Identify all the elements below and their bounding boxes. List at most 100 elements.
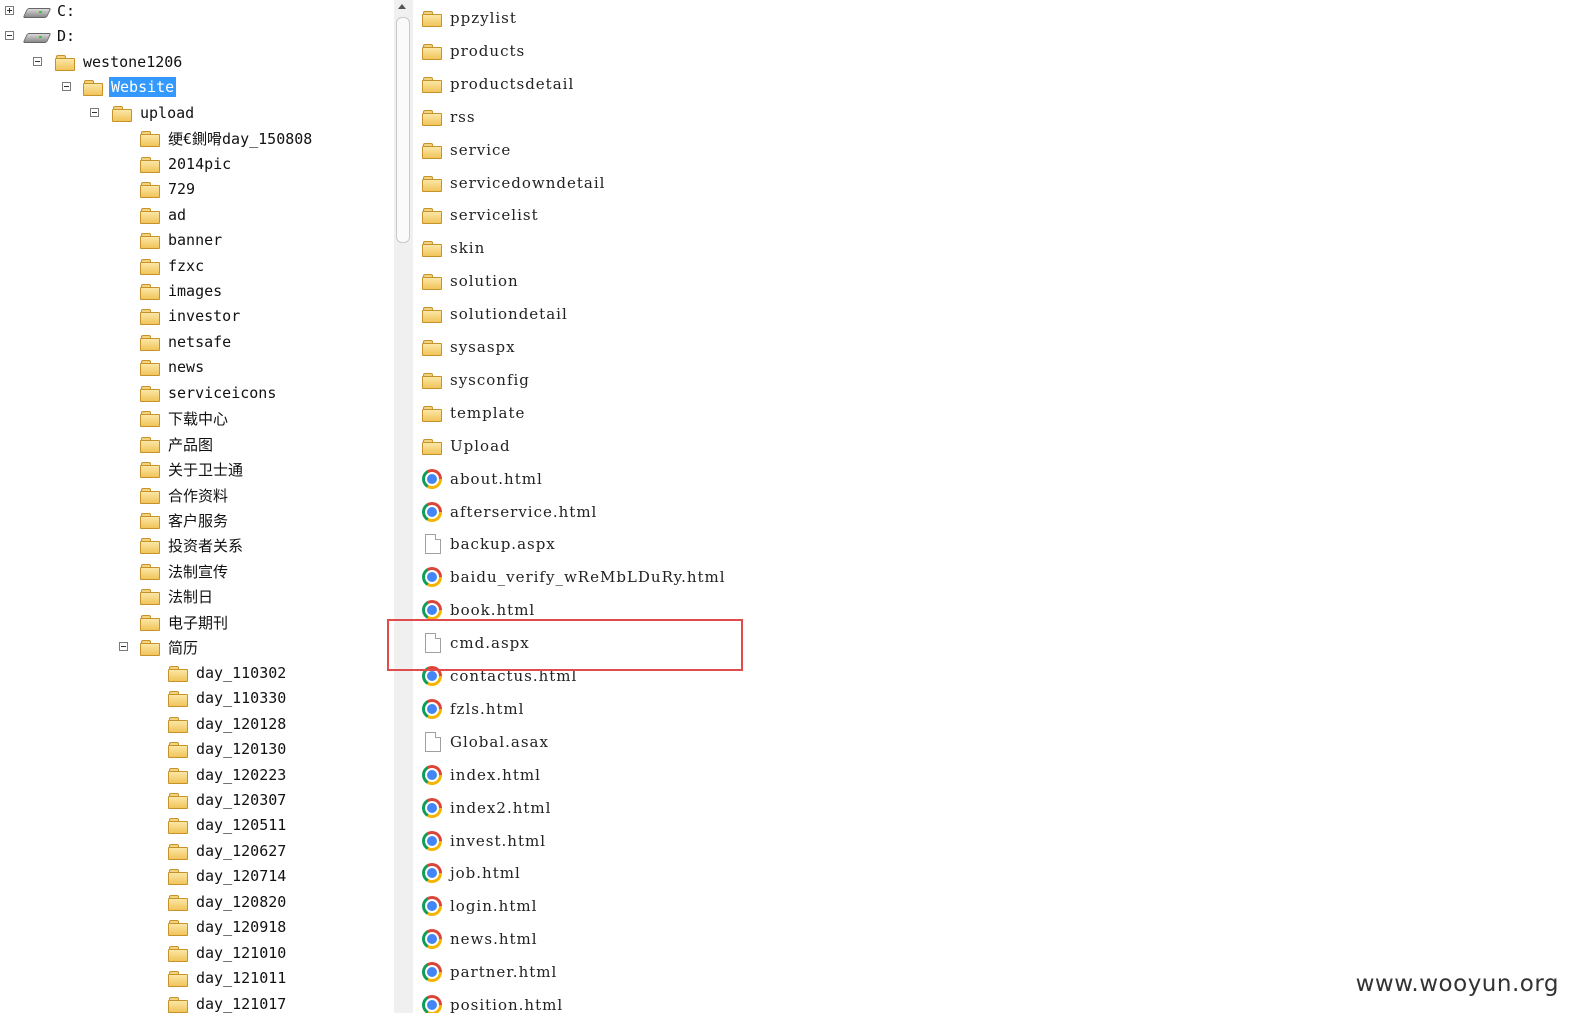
file-list-item[interactable]: servicelist (422, 202, 539, 228)
folder-icon (140, 130, 160, 147)
file-name: template (450, 404, 526, 422)
tree-folder-item[interactable]: 关于卫士通 (0, 458, 243, 480)
tree-folder-item[interactable]: 2014pic (0, 153, 231, 175)
file-name: contactus.html (450, 667, 578, 685)
tree-item-label: day_121011 (196, 969, 287, 987)
chrome-icon (422, 502, 442, 522)
collapse-minus-icon[interactable] (119, 642, 128, 651)
file-name: products (450, 42, 526, 60)
file-list-item[interactable]: partner.html (422, 959, 557, 985)
tree-folder-item[interactable]: day_121011 (0, 967, 286, 989)
tree-folder-item[interactable]: serviceicons (0, 382, 276, 404)
file-list-item[interactable]: about.html (422, 466, 543, 492)
tree-item-label: 下载中心 (168, 409, 229, 428)
tree-folder-item[interactable]: netsafe (0, 331, 231, 353)
file-list-item[interactable]: skin (422, 235, 485, 261)
tree-folder-item[interactable]: 客户服务 (0, 509, 228, 531)
file-list-item[interactable]: baidu_verify_wReMbLDuRy.html (422, 564, 726, 590)
tree-folder-upload[interactable]: upload (0, 102, 194, 124)
file-name: book.html (450, 601, 536, 619)
tree-folder-item[interactable]: 电子期刊 (0, 611, 228, 633)
file-list-item[interactable]: afterservice.html (422, 499, 597, 525)
file-list-item[interactable]: news.html (422, 926, 538, 952)
file-name: skin (450, 239, 486, 257)
folder-icon (140, 334, 160, 351)
file-list-item[interactable]: contactus.html (422, 663, 577, 689)
file-list-item[interactable]: index2.html (422, 795, 551, 821)
tree-folder-item[interactable]: fzxc (0, 255, 204, 277)
tree-folder-item[interactable]: day_110330 (0, 687, 286, 709)
tree-folder-item[interactable]: day_120714 (0, 865, 286, 887)
tree-folder-root[interactable]: westone1206 (0, 51, 182, 73)
file-name: solutiondetail (450, 305, 568, 323)
file-name: about.html (450, 470, 543, 488)
folder-icon (140, 258, 160, 275)
file-list-item[interactable]: sysconfig (422, 367, 530, 393)
file-list-item[interactable]: job.html (422, 860, 521, 886)
tree-folder-item[interactable]: 729 (0, 178, 195, 200)
file-list-item[interactable]: cmd.aspx (422, 630, 530, 656)
file-list-item[interactable]: sysaspx (422, 334, 516, 360)
file-list-item[interactable]: fzls.html (422, 696, 524, 722)
file-list-item[interactable]: login.html (422, 893, 537, 919)
file-list-item[interactable]: book.html (422, 597, 535, 623)
tree-folder-item[interactable]: news (0, 356, 204, 378)
tree-folder-item[interactable]: day_120223 (0, 764, 286, 786)
tree-folder-item[interactable]: investor (0, 305, 240, 327)
collapse-minus-icon[interactable] (5, 31, 14, 40)
file-list-item[interactable]: Upload (422, 433, 511, 459)
tree-folder-item[interactable]: 绠€鍘嗗day_150808 (0, 127, 312, 149)
tree-folder-resume[interactable]: 简历 (0, 636, 198, 658)
chrome-icon (422, 666, 442, 686)
folder-icon (168, 919, 188, 936)
tree-folder-item[interactable]: day_120130 (0, 738, 286, 760)
tree-folder-item[interactable]: banner (0, 229, 222, 251)
file-list-item[interactable]: backup.aspx (422, 531, 556, 557)
tree-folder-item[interactable]: day_120307 (0, 789, 286, 811)
file-list-item[interactable]: invest.html (422, 828, 546, 854)
tree-folder-item[interactable]: ad (0, 204, 186, 226)
tree-scrollbar[interactable] (394, 0, 413, 1013)
tree-folder-item[interactable]: 下载中心 (0, 407, 228, 429)
folder-icon (168, 894, 188, 911)
tree-folder-website[interactable]: Website (0, 76, 177, 98)
collapse-minus-icon[interactable] (62, 82, 71, 91)
folder-icon (112, 105, 132, 122)
file-list-item[interactable]: service (422, 137, 511, 163)
file-list-item[interactable]: products (422, 38, 525, 64)
file-list-item[interactable]: Global.asax (422, 729, 549, 755)
tree-folder-item[interactable]: images (0, 280, 222, 302)
tree-folder-item[interactable]: day_121010 (0, 942, 286, 964)
collapse-minus-icon[interactable] (33, 57, 42, 66)
tree-folder-item[interactable]: day_120918 (0, 916, 286, 938)
file-list-item[interactable]: ppzylist (422, 5, 517, 31)
scrollbar-thumb[interactable] (396, 17, 410, 243)
tree-folder-item[interactable]: day_120627 (0, 840, 286, 862)
tree-folder-item[interactable]: 投资者关系 (0, 534, 243, 556)
tree-folder-item[interactable]: 合作资料 (0, 484, 228, 506)
chrome-icon (422, 600, 442, 620)
file-list-item[interactable]: productsdetail (422, 71, 574, 97)
tree-folder-item[interactable]: day_120128 (0, 713, 286, 735)
tree-folder-item[interactable]: day_110302 (0, 662, 286, 684)
scroll-up-arrow-icon[interactable] (398, 4, 406, 9)
tree-folder-item[interactable]: 法制日 (0, 585, 213, 607)
file-list-item[interactable]: template (422, 400, 525, 426)
tree-folder-item[interactable]: 产品图 (0, 433, 213, 455)
file-list-item[interactable]: servicedowndetail (422, 170, 605, 196)
file-list-item[interactable]: index.html (422, 762, 541, 788)
tree-drive[interactable]: C: (0, 0, 75, 22)
file-list-item[interactable]: solution (422, 268, 519, 294)
folder-icon (140, 410, 160, 427)
tree-folder-item[interactable]: 法制宣传 (0, 560, 228, 582)
tree-folder-item[interactable]: day_120511 (0, 814, 286, 836)
tree-folder-item[interactable]: day_120820 (0, 891, 286, 913)
collapse-minus-icon[interactable] (90, 108, 99, 117)
folder-icon (422, 175, 442, 192)
tree-drive[interactable]: D: (0, 25, 75, 47)
expand-plus-icon[interactable] (5, 6, 14, 15)
tree-folder-item[interactable]: day_121017 (0, 993, 286, 1013)
file-list-item[interactable]: solutiondetail (422, 301, 568, 327)
file-list-item[interactable]: rss (422, 104, 476, 130)
file-list-item[interactable]: position.html (422, 992, 563, 1013)
